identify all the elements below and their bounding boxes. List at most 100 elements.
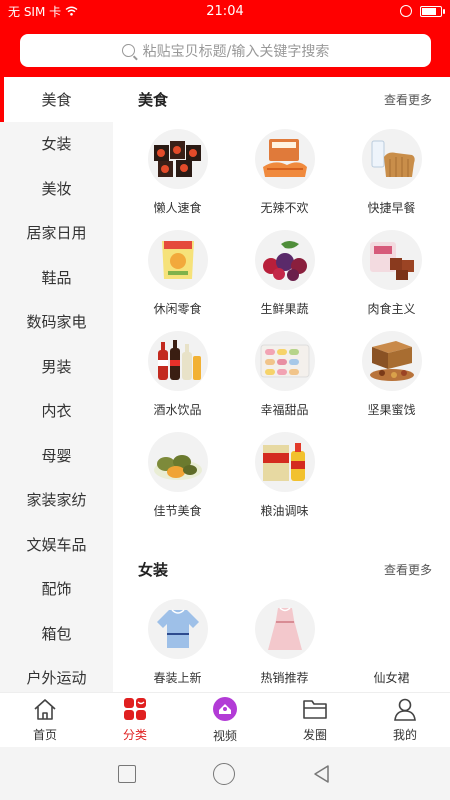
sidebar-item[interactable]: 美食 (0, 77, 113, 122)
wifi-icon (65, 6, 78, 16)
nav-tab-label: 视频 (212, 729, 237, 743)
user-icon (392, 697, 418, 724)
section-header: 女装 查看更多 (113, 547, 450, 591)
battery-icon (420, 5, 445, 17)
status-right (292, 5, 445, 17)
see-more-link[interactable]: 查看更多 (384, 91, 432, 108)
sidebar-item[interactable]: 箱包 (0, 611, 113, 656)
nav-tab-label: 首页 (32, 728, 57, 742)
nav-tab[interactable]: 我的 (360, 693, 450, 747)
subcategory-label: 热销推荐 (260, 671, 309, 685)
home-icon (32, 697, 58, 724)
back-button[interactable] (312, 764, 332, 784)
subcategory-grid: 春装上新 热销推荐 仙女裙 (113, 591, 450, 692)
section-header: 美食 查看更多 (113, 77, 450, 121)
subcategory-label: 仙女裙 (373, 671, 410, 685)
subcategory-item[interactable]: 酒水饮品 (124, 323, 231, 424)
subcategory-item[interactable]: 坚果蜜饯 (338, 323, 445, 424)
subcategory-label: 粮油调味 (260, 504, 309, 518)
subcategory-label: 酒水饮品 (153, 403, 202, 417)
header: 粘贴宝贝标题/输入关键字搜索 (0, 22, 450, 77)
drink-bottles-image (147, 331, 208, 391)
video-icon (212, 696, 238, 725)
sidebar-item[interactable]: 居家日用 (0, 211, 113, 256)
subcategory-item[interactable]: 幸福甜品 (231, 323, 338, 424)
sidebar-item[interactable]: 文娱车品 (0, 522, 113, 567)
section-title: 女装 (138, 560, 169, 579)
subcategory-label: 春装上新 (153, 671, 202, 685)
chips-bag-image (147, 230, 208, 290)
subcategory-label: 佳节美食 (153, 504, 202, 518)
subcategory-item[interactable]: 粮油调味 (231, 424, 338, 525)
search-placeholder: 粘贴宝贝标题/输入关键字搜索 (142, 43, 330, 60)
subcategory-item[interactable]: 肉食主义 (338, 222, 445, 323)
macarons-image (254, 331, 315, 391)
sidebar-item[interactable]: 内衣 (0, 389, 113, 434)
subcategory-item[interactable]: 春装上新 (124, 591, 231, 692)
status-time: 21:04 (206, 3, 244, 19)
subcategory-label: 生鲜果蔬 (260, 302, 309, 316)
spicy-meat-image (254, 129, 315, 189)
carrier-label: 无 SIM 卡 (8, 4, 62, 19)
subcategory-label: 幸福甜品 (260, 403, 309, 417)
sidebar-item[interactable]: 配饰 (0, 567, 113, 612)
subcategory-label: 懒人速食 (153, 201, 202, 215)
nav-tab[interactable]: 分类 (90, 693, 180, 747)
subcategory-item[interactable]: 热销推荐 (231, 591, 338, 692)
see-more-link[interactable]: 查看更多 (384, 561, 432, 578)
subcategory-item[interactable]: 休闲零食 (124, 222, 231, 323)
subcategory-item[interactable]: 生鲜果蔬 (231, 222, 338, 323)
subcategory-label: 休闲零食 (153, 302, 202, 316)
sidebar-item[interactable]: 户外运动 (0, 656, 113, 693)
nav-tab-label: 分类 (122, 728, 147, 742)
sidebar-item[interactable]: 男装 (0, 344, 113, 389)
subcategory-label: 肉食主义 (367, 302, 416, 316)
subcategory-label: 无辣不欢 (260, 201, 309, 215)
category-icon (122, 697, 148, 724)
status-bar: 无 SIM 卡 21:04 (0, 0, 450, 22)
system-nav-bar (0, 747, 450, 800)
pink-dress-image (254, 599, 315, 659)
nuts-box-image (361, 331, 422, 391)
category-content: 美食 查看更多 懒人速食 无辣不欢 快捷早餐 休闲零食 生鲜果蔬 肉食主义 酒水饮品 幸福甜品 坚果… (113, 77, 450, 692)
sidebar-item[interactable]: 鞋品 (0, 255, 113, 300)
subcategory-grid: 懒人速食 无辣不欢 快捷早餐休闲零食 生鲜果蔬 肉食主义酒水饮品 幸福甜品 坚果蜜饯佳节美食… (113, 121, 450, 525)
nav-tab-label: 发圈 (302, 728, 327, 742)
sidebar-item[interactable]: 母婴 (0, 433, 113, 478)
sidebar-item[interactable]: 女装 (0, 122, 113, 167)
subcategory-item[interactable]: 仙女裙 (338, 591, 445, 692)
subcategory-item[interactable]: 快捷早餐 (338, 121, 445, 222)
nav-tab[interactable]: 首页 (0, 693, 90, 747)
home-button[interactable] (212, 762, 235, 785)
subcategory-label: 坚果蜜饯 (367, 403, 416, 417)
search-input[interactable]: 粘贴宝贝标题/输入关键字搜索 (20, 34, 431, 67)
subcategory-label: 快捷早餐 (367, 201, 416, 215)
recent-apps-button[interactable] (118, 764, 137, 783)
fresh-fruits-image (254, 230, 315, 290)
sidebar-item[interactable]: 数码家电 (0, 300, 113, 345)
subcategory-item[interactable]: 懒人速食 (124, 121, 231, 222)
skirt-image (361, 599, 422, 659)
section-title: 美食 (138, 90, 169, 109)
egg-dumplings-image (147, 432, 208, 492)
braised-meat-image (361, 230, 422, 290)
status-left: 无 SIM 卡 (8, 3, 158, 20)
nav-tab-label: 我的 (392, 728, 417, 742)
battery-fill (422, 7, 436, 15)
sidebar-item[interactable]: 美妆 (0, 166, 113, 211)
blue-blouse-image (147, 599, 208, 659)
category-sidebar: 美食 女装 美妆 居家日用 鞋品 数码家电 男装 内衣 母婴 家装家纺 文娱车品 配饰 箱包 户外运动 (0, 77, 113, 692)
sidebar-item[interactable]: 家装家纺 (0, 478, 113, 523)
search-icon (121, 44, 135, 57)
rice-oil-image (254, 432, 315, 492)
bottom-nav: 首页 分类 视频 发圈 我的 (0, 692, 450, 747)
subcategory-item[interactable]: 佳节美食 (124, 424, 231, 525)
bread-milk-image (361, 129, 422, 189)
rotation-lock-icon (400, 5, 412, 17)
nav-tab[interactable]: 发圈 (270, 693, 360, 747)
folder-icon (302, 697, 328, 724)
instant-noodles-image (147, 129, 208, 189)
nav-tab[interactable]: 视频 (180, 693, 270, 747)
subcategory-item[interactable]: 无辣不欢 (231, 121, 338, 222)
